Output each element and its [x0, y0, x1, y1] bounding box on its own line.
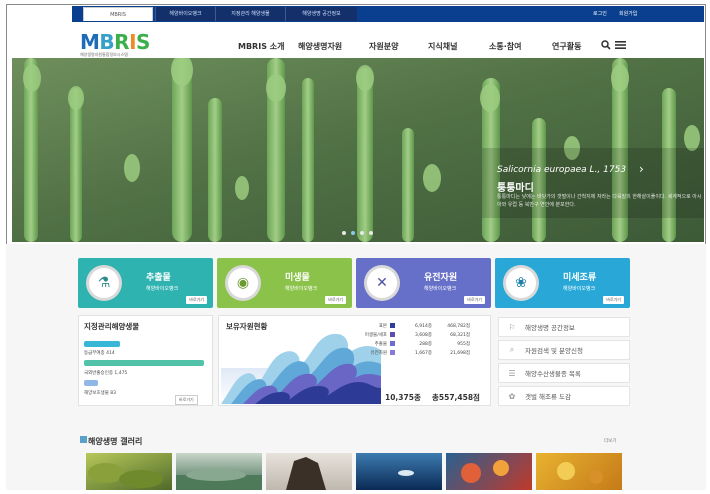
- slide-dot[interactable]: [342, 231, 346, 235]
- export-approved-label: 국외반출승인종 1,475: [84, 371, 128, 376]
- petri-dish-icon: ◉: [225, 265, 261, 301]
- quick-link-label: 해양수산생물종 목록: [525, 370, 581, 378]
- chevron-right-icon[interactable]: ›: [639, 162, 644, 176]
- hero-common-name: 퉁퉁마디: [497, 183, 534, 194]
- gallery-thumb-coral[interactable]: [446, 453, 532, 490]
- flask-icon: ⚗: [86, 265, 122, 301]
- dna-icon: ✕: [364, 265, 400, 301]
- holdings-legend: 표본 6,914종 468,782점 미생물/세포 3,608종 68,321점 추출물…: [352, 321, 470, 357]
- category-subtitle: 해양바이오뱅크: [285, 286, 318, 292]
- gallery-more-link[interactable]: 더보기: [604, 438, 616, 444]
- gallery-thumb-algae[interactable]: [86, 453, 172, 490]
- join-link[interactable]: 회원가입: [619, 10, 637, 17]
- leaf-icon: ✿: [508, 391, 516, 401]
- export-approved-bar: [84, 360, 204, 366]
- legend-row: 표본 6,914종 468,782점: [378, 323, 470, 329]
- protected-bar: [84, 380, 98, 386]
- quick-link-species-list[interactable]: ☰ 해양수산생물종 목록: [498, 363, 630, 383]
- algae-icon: ❀: [503, 265, 539, 301]
- list-icon: ☰: [508, 368, 516, 378]
- gallery-icon: [80, 436, 87, 443]
- tab-mbris[interactable]: MBRIS: [83, 7, 153, 21]
- category-more-button[interactable]: 바로가기: [603, 296, 624, 304]
- category-title: 미세조류: [563, 273, 597, 283]
- designated-label: 등급부여종 414: [84, 351, 115, 356]
- slide-dot-active[interactable]: [351, 231, 355, 235]
- category-card-microalgae[interactable]: ❀ 미세조류 해양바이오뱅크 바로가기: [495, 258, 630, 308]
- legend-row: 미생물/세포 3,608종 68,321점: [364, 332, 470, 338]
- category-subtitle: 해양바이오뱅크: [563, 286, 596, 292]
- legend-row: 추출물 288종 955점: [374, 341, 470, 347]
- nav-item-research[interactable]: 연구활동: [552, 41, 581, 52]
- slide-dot[interactable]: [369, 231, 373, 235]
- legend-row: 유전자원 1,667종 21,698점: [370, 350, 470, 356]
- quick-link-label: 자원검색 및 분양신청: [525, 347, 583, 355]
- designated-bar: [84, 341, 120, 347]
- designated-panel-title: 지정관리해양생물: [84, 322, 140, 331]
- category-card-genetic[interactable]: ✕ 유전자원 해양바이오뱅크 바로가기: [356, 258, 491, 308]
- category-title: 유전자원: [424, 273, 458, 283]
- gallery-thumb-coast[interactable]: [176, 453, 262, 490]
- nav-item-distribution[interactable]: 자원분양: [369, 41, 398, 52]
- category-more-button[interactable]: 바로가기: [186, 296, 207, 304]
- nav-item-knowledge[interactable]: 지식채널: [428, 41, 457, 52]
- hamburger-icon[interactable]: [615, 40, 626, 53]
- quick-link-spatial[interactable]: ⚐ 해양생명 공간정보: [498, 317, 630, 337]
- designated-more-button[interactable]: 바로가기: [175, 395, 198, 405]
- nav-item-intro[interactable]: MBRIS 소개: [238, 41, 284, 52]
- category-card-microbe[interactable]: ◉ 미생물 해양바이오뱅크 바로가기: [217, 258, 352, 308]
- search-icon[interactable]: [601, 40, 611, 53]
- category-title: 추출물: [146, 273, 171, 283]
- category-card-extract[interactable]: ⚗ 추출물 해양바이오뱅크 바로가기: [78, 258, 213, 308]
- nav-item-community[interactable]: 소통·참여: [489, 41, 521, 52]
- category-title: 미생물: [285, 273, 310, 283]
- quick-link-label: 갯벌 해조류 도감: [525, 393, 571, 401]
- map-icon: ⚐: [508, 322, 516, 332]
- total-species: 10,375종: [385, 393, 421, 402]
- category-more-button[interactable]: 바로가기: [325, 296, 346, 304]
- login-link[interactable]: 로그인: [593, 10, 607, 17]
- hero-banner[interactable]: Salicornia europaea L., 1753 › 퉁퉁마디 퉁퉁마디…: [12, 58, 704, 242]
- hero-photo: [12, 58, 704, 242]
- tab-biobank[interactable]: 해양바이오뱅크: [155, 7, 215, 21]
- category-subtitle: 해양바이오뱅크: [146, 286, 179, 292]
- slide-dot[interactable]: [360, 231, 364, 235]
- hero-description: 퉁퉁마디는 낮에는 바닷가의 갯벌이나 간척지에 자라는 다육질의 한해살이풀이…: [497, 194, 702, 208]
- protected-label: 해양보호생물 83: [84, 391, 116, 396]
- tab-spatial[interactable]: 해양생명 공간정보: [285, 7, 357, 21]
- gallery-thumb-fish[interactable]: [356, 453, 442, 490]
- category-subtitle: 해양바이오뱅크: [424, 286, 457, 292]
- total-count: 총557,458점: [432, 393, 480, 402]
- gallery-title: 해양생명 갤러리: [88, 437, 143, 446]
- hero-species-name: Salicornia europaea L., 1753: [497, 165, 627, 175]
- site-logo[interactable]: MBRIS: [80, 30, 150, 54]
- nav-item-resources[interactable]: 해양생명자원: [298, 41, 342, 52]
- gallery-thumb-rock[interactable]: [266, 453, 352, 490]
- gallery-thumb-sponge[interactable]: [536, 453, 622, 490]
- category-more-button[interactable]: 바로가기: [464, 296, 485, 304]
- search-doc-icon: ⌕: [509, 345, 515, 354]
- quick-link-search[interactable]: ⌕ 자원검색 및 분양신청: [498, 340, 630, 360]
- slider-dots: [342, 231, 373, 235]
- quick-link-label: 해양생명 공간정보: [525, 324, 575, 332]
- quick-link-seaweed-guide[interactable]: ✿ 갯벌 해조류 도감: [498, 386, 630, 406]
- tab-designated[interactable]: 지정관리 해양생물: [215, 7, 285, 21]
